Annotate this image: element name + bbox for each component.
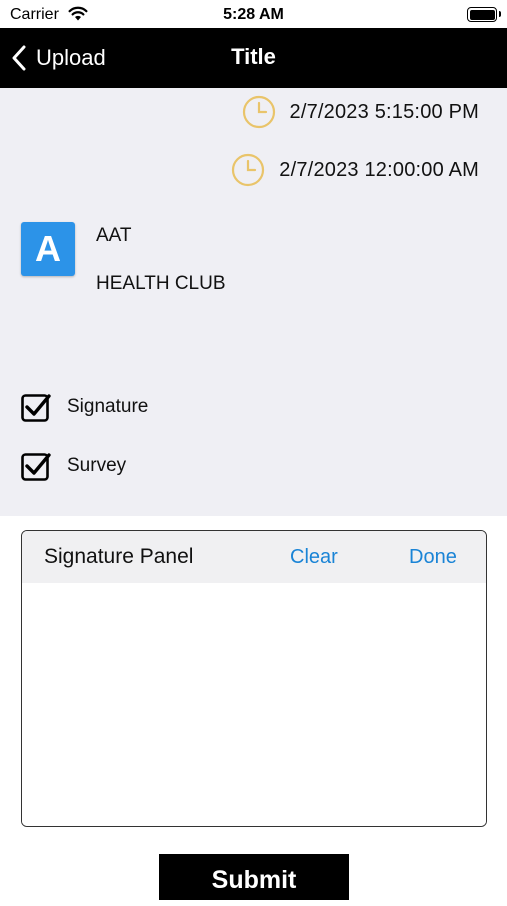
start-date-text: 2/7/2023 5:15:00 PM [289,100,479,123]
status-time: 5:28 AM [223,6,284,23]
signature-panel: Signature Panel Clear Done [21,530,487,827]
clock-icon [242,95,275,129]
details-section: 2/7/2023 5:15:00 PM 2/7/2023 12:00:00 AM… [0,88,507,516]
survey-checkbox-row[interactable]: Survey [21,449,126,483]
signature-checkbox-label: Signature [67,396,149,417]
back-label: Upload [36,45,106,70]
chevron-left-icon [12,45,26,71]
organization-code: AAT [96,225,132,246]
end-date-row: 2/7/2023 12:00:00 AM [231,152,479,188]
clock-icon [232,153,265,187]
status-bar: Carrier 5:28 AM [0,0,507,28]
organization-name: HEALTH CLUB [96,273,226,294]
organization-avatar: A [21,222,75,276]
checkbox-checked-icon[interactable] [21,451,51,481]
end-date-text: 2/7/2023 12:00:00 AM [279,158,479,181]
battery-icon [467,7,501,22]
done-button[interactable]: Done [409,546,457,569]
back-button[interactable]: Upload [10,42,106,74]
signature-canvas[interactable] [22,583,486,826]
signature-panel-title: Signature Panel [44,545,194,568]
submit-button[interactable]: Submit [159,854,349,900]
clear-button[interactable]: Clear [290,546,338,569]
signature-checkbox-row[interactable]: Signature [21,390,148,424]
survey-checkbox-label: Survey [67,455,127,476]
checkbox-checked-icon[interactable] [21,392,51,422]
signature-panel-header: Signature Panel Clear Done [22,531,486,583]
start-date-row: 2/7/2023 5:15:00 PM [242,94,480,130]
navigation-bar: Upload Title [0,28,507,88]
